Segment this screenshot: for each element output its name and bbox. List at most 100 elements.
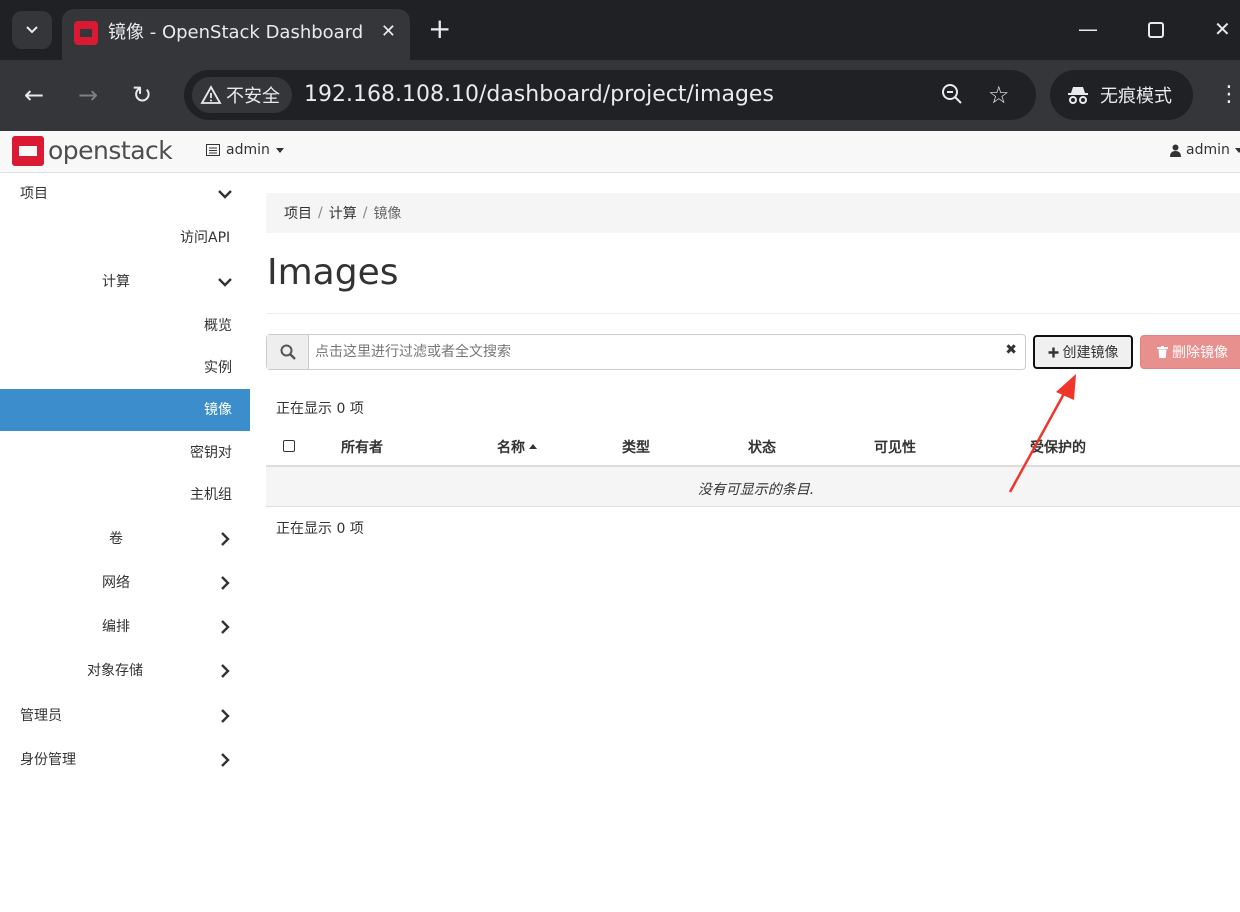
sidebar-item-images[interactable]: 镜像 bbox=[0, 389, 250, 431]
forward-arrow-icon[interactable]: → bbox=[78, 78, 98, 112]
openstack-logo-icon bbox=[12, 136, 44, 166]
chevron-down-icon bbox=[218, 190, 232, 199]
maximize-window-icon[interactable] bbox=[1148, 22, 1164, 38]
incognito-indicator[interactable]: 无痕模式 bbox=[1050, 70, 1193, 120]
table-empty-row: 没有可显示的条目. bbox=[266, 467, 1240, 507]
incognito-label: 无痕模式 bbox=[1100, 86, 1172, 107]
chevron-down-icon bbox=[218, 278, 232, 287]
close-tab-icon[interactable]: ✕ bbox=[381, 20, 396, 44]
project-dropdown-label: admin bbox=[226, 142, 270, 158]
bookmark-star-icon[interactable]: ☆ bbox=[988, 82, 1010, 108]
sidebar-item-compute[interactable]: 计算 bbox=[0, 261, 250, 303]
chevron-right-icon bbox=[221, 576, 230, 590]
sidebar-item-label: 编排 bbox=[102, 619, 130, 635]
caret-down-icon bbox=[275, 147, 284, 153]
browser-tab-active[interactable]: 镜像 - OpenStack Dashboard ✕ bbox=[62, 9, 410, 60]
zoom-icon[interactable] bbox=[940, 82, 964, 106]
sidebar: 项目 访问API 计算 概览 实例 镜像 密钥对 主机组 卷 网络 编排 对象存… bbox=[0, 173, 250, 912]
caret-down-icon bbox=[1234, 147, 1240, 153]
page-title: Images bbox=[267, 252, 399, 293]
warning-icon bbox=[200, 85, 222, 104]
search-button[interactable] bbox=[267, 335, 309, 369]
sort-ascending-icon bbox=[529, 444, 537, 449]
sidebar-item-instances[interactable]: 实例 bbox=[0, 347, 250, 389]
search-icon bbox=[280, 344, 296, 360]
filter-search-group: ✖ bbox=[266, 334, 1026, 370]
sidebar-item-label: 身份管理 bbox=[20, 752, 76, 768]
user-dropdown-label: admin bbox=[1186, 142, 1230, 158]
sidebar-item-network[interactable]: 网络 bbox=[0, 562, 250, 604]
sidebar-item-label: 计算 bbox=[102, 274, 130, 290]
sidebar-item-admin[interactable]: 管理员 bbox=[0, 695, 250, 737]
create-image-label: 创建镜像 bbox=[1062, 345, 1119, 361]
chevron-down-icon bbox=[26, 26, 38, 34]
sidebar-item-label: 网络 bbox=[102, 575, 130, 591]
brand-text: openstack bbox=[48, 136, 173, 165]
openstack-logo[interactable]: openstack bbox=[12, 136, 173, 166]
sidebar-item-overview[interactable]: 概览 bbox=[0, 305, 250, 347]
new-tab-icon[interactable]: + bbox=[428, 14, 451, 44]
breadcrumb-separator: / bbox=[318, 205, 323, 221]
close-window-icon[interactable]: ✕ bbox=[1214, 14, 1231, 44]
breadcrumb-project[interactable]: 项目 bbox=[284, 203, 312, 223]
create-image-button[interactable]: 创建镜像 bbox=[1033, 335, 1133, 369]
project-list-icon bbox=[206, 144, 220, 156]
address-bar[interactable]: 不安全 192.168.108.10/dashboard/project/ima… bbox=[184, 70, 1036, 120]
chevron-right-icon bbox=[221, 709, 230, 723]
sidebar-item-identity[interactable]: 身份管理 bbox=[0, 739, 250, 781]
chevron-right-icon bbox=[221, 753, 230, 767]
trash-icon bbox=[1157, 346, 1168, 358]
table-header-row: 所有者 名称 类型 状态 可见性 受保护的 bbox=[266, 428, 1240, 467]
sidebar-item-label: 对象存储 bbox=[87, 663, 143, 679]
item-count-bottom: 正在显示 0 项 bbox=[276, 521, 364, 537]
sidebar-item-label: 镜像 bbox=[204, 402, 232, 418]
browser-menu-icon[interactable]: ⋮ bbox=[1218, 80, 1240, 110]
sidebar-item-label: 实例 bbox=[204, 360, 232, 376]
column-header-name[interactable]: 名称 bbox=[497, 437, 537, 457]
chevron-right-icon bbox=[221, 532, 230, 546]
breadcrumb: 项目 / 计算 / 镜像 bbox=[266, 193, 1240, 233]
sidebar-item-label: 主机组 bbox=[190, 487, 232, 503]
sidebar-item-object-store[interactable]: 对象存储 bbox=[0, 650, 250, 692]
select-all-checkbox[interactable] bbox=[283, 440, 295, 452]
back-arrow-icon[interactable]: ← bbox=[24, 78, 44, 112]
annotation-arrow bbox=[1008, 374, 1076, 493]
delete-images-button[interactable]: 删除镜像 bbox=[1140, 335, 1240, 369]
plus-icon bbox=[1048, 347, 1058, 357]
browser-toolbar: ← → ↻ 不安全 192.168.108.10/dashboard/proje… bbox=[0, 60, 1240, 131]
openstack-favicon-icon bbox=[74, 21, 98, 45]
column-header-name-label: 名称 bbox=[497, 440, 525, 456]
reload-icon[interactable]: ↻ bbox=[132, 78, 152, 112]
column-header-owner[interactable]: 所有者 bbox=[341, 437, 383, 457]
sidebar-item-label: 概览 bbox=[204, 318, 232, 334]
sidebar-item-volumes[interactable]: 卷 bbox=[0, 518, 250, 560]
sidebar-item-label: 管理员 bbox=[20, 708, 62, 724]
tab-search-button[interactable] bbox=[12, 11, 52, 49]
sidebar-item-project[interactable]: 项目 bbox=[0, 173, 250, 215]
url-text[interactable]: 192.168.108.10/dashboard/project/images bbox=[304, 80, 774, 110]
column-header-type[interactable]: 类型 bbox=[622, 437, 650, 457]
sidebar-item-server-groups[interactable]: 主机组 bbox=[0, 474, 250, 516]
search-input[interactable] bbox=[315, 341, 995, 363]
empty-message: 没有可显示的条目. bbox=[697, 482, 815, 498]
sidebar-item-label: 卷 bbox=[109, 531, 123, 547]
column-header-status[interactable]: 状态 bbox=[748, 437, 776, 457]
browser-tab-bar: 镜像 - OpenStack Dashboard ✕ + — ✕ bbox=[0, 0, 1240, 60]
breadcrumb-compute[interactable]: 计算 bbox=[329, 203, 357, 223]
column-header-visibility[interactable]: 可见性 bbox=[874, 437, 916, 457]
incognito-icon bbox=[1068, 87, 1088, 104]
breadcrumb-current: 镜像 bbox=[373, 206, 402, 222]
sidebar-item-keypairs[interactable]: 密钥对 bbox=[0, 432, 250, 474]
user-dropdown[interactable]: admin bbox=[1170, 142, 1240, 158]
sidebar-item-label: 项目 bbox=[20, 186, 48, 202]
minimize-window-icon[interactable]: — bbox=[1078, 14, 1098, 44]
sidebar-item-api-access[interactable]: 访问API bbox=[0, 217, 250, 259]
site-security-chip[interactable]: 不安全 bbox=[192, 77, 292, 113]
chevron-right-icon bbox=[221, 620, 230, 634]
sidebar-item-orchestration[interactable]: 编排 bbox=[0, 606, 250, 648]
item-count-top: 正在显示 0 项 bbox=[276, 401, 364, 417]
clear-search-icon[interactable]: ✖ bbox=[1005, 342, 1017, 358]
title-divider bbox=[266, 313, 1240, 314]
breadcrumb-separator: / bbox=[362, 205, 368, 221]
project-dropdown[interactable]: admin bbox=[206, 142, 284, 158]
